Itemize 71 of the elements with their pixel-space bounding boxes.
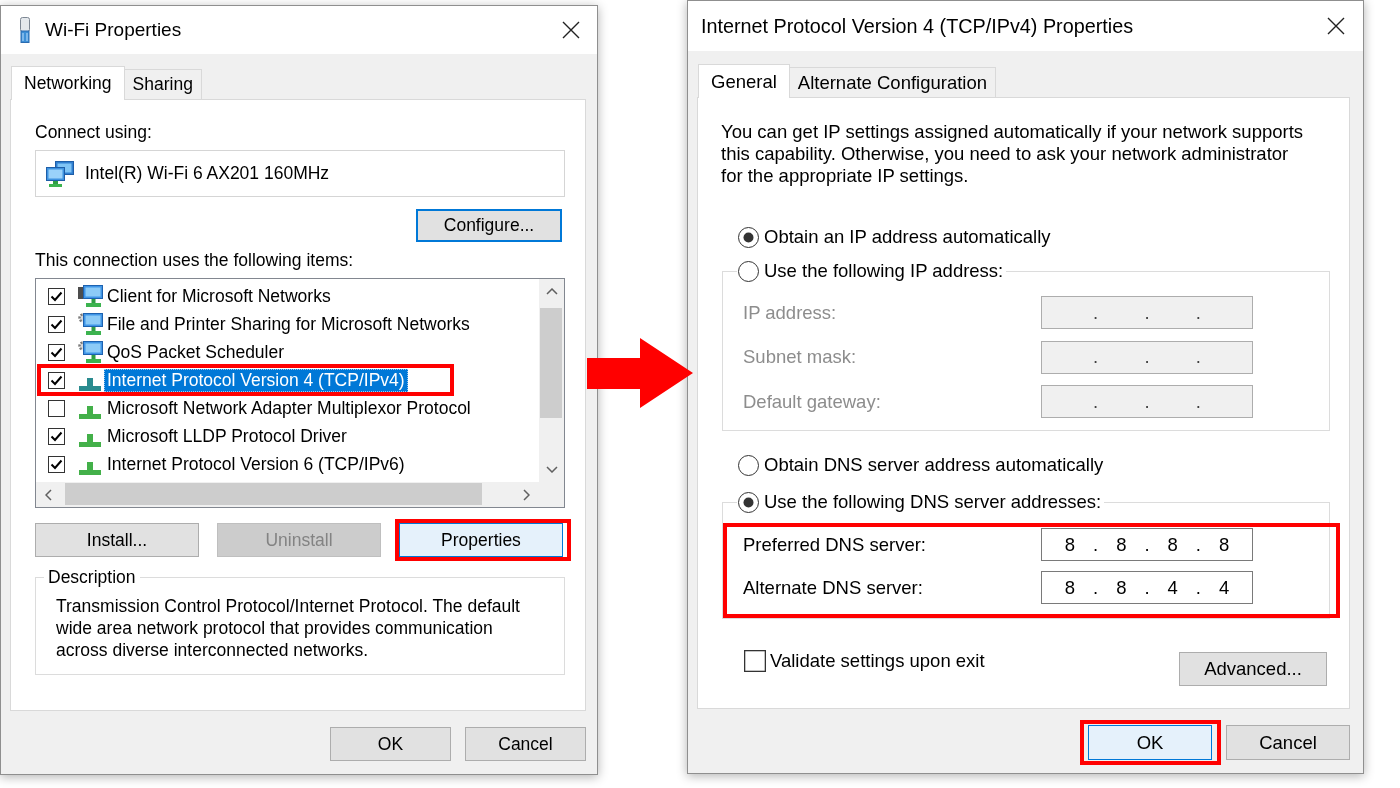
field-label: Default gateway:	[743, 390, 881, 413]
radio-button[interactable]	[738, 226, 759, 248]
checkbox[interactable]	[48, 315, 65, 333]
radio-button[interactable]	[738, 454, 759, 476]
ip-address-field[interactable]: 8 . 8 . 4 . 4	[1041, 571, 1253, 604]
network-protocol-icon	[79, 406, 101, 419]
network-protocol-icon	[79, 378, 101, 391]
close-icon	[1327, 17, 1345, 35]
list-item[interactable]: Internet Protocol Version 4 (TCP/IPv4)	[104, 368, 408, 392]
ok-button[interactable]: OK	[330, 727, 451, 761]
list-item[interactable]: File and Printer Sharing for Microsoft Networks	[104, 312, 473, 336]
cancel-button[interactable]: Cancel	[465, 727, 586, 761]
field-label: Alternate DNS server:	[743, 576, 923, 599]
arrow-icon	[587, 338, 693, 408]
close-icon	[562, 21, 580, 39]
network-adapter-icon	[18, 17, 32, 43]
field-label: IP address:	[743, 301, 837, 324]
list-item[interactable]: QoS Packet Scheduler	[104, 340, 288, 364]
list-item[interactable]: Microsoft LLDP Protocol Driver	[104, 424, 350, 448]
tab[interactable]: Alternate Configuration	[788, 67, 997, 97]
checkbox[interactable]	[48, 287, 65, 305]
window-title: Wi-Fi Properties	[45, 19, 182, 41]
list-item[interactable]: Client for Microsoft Networks	[104, 284, 334, 308]
scrollbar-thumb[interactable]	[65, 483, 482, 505]
radio-label[interactable]: Use the following DNS server addresses:	[764, 491, 1102, 513]
radio-label[interactable]: Use the following IP address:	[764, 260, 1004, 282]
radio-label[interactable]: Obtain DNS server address automatically	[764, 454, 1104, 476]
computer-gear-icon	[77, 313, 103, 335]
checkbox[interactable]	[48, 427, 65, 445]
network-protocol-icon	[79, 434, 101, 447]
group-label: Description	[47, 567, 137, 587]
checkbox[interactable]	[48, 343, 65, 361]
tab[interactable]: General	[698, 64, 790, 98]
window-title: Internet Protocol Version 4 (TCP/IPv4) Properties	[701, 14, 1134, 38]
radio-label[interactable]: Obtain an IP address automatically	[764, 226, 1051, 248]
ip-address-field[interactable]: 8 . 8 . 8 . 8	[1041, 528, 1253, 561]
tab[interactable]: Networking	[11, 66, 125, 100]
field-label: This connection uses the following items:	[35, 250, 355, 270]
checkbox-label[interactable]: Validate settings upon exit	[770, 650, 985, 672]
field-label: Preferred DNS server:	[743, 533, 926, 556]
monitors-icon	[46, 160, 74, 187]
adapter-name: Intel(R) Wi-Fi 6 AX201 160MHz	[85, 163, 330, 184]
properties-button[interactable]: Properties	[399, 523, 563, 557]
checkbox[interactable]	[48, 455, 65, 473]
cancel-button[interactable]: Cancel	[1226, 725, 1350, 760]
configure-button[interactable]: Configure...	[416, 209, 562, 242]
chevron-up-icon[interactable]	[545, 288, 558, 295]
list-item[interactable]: Internet Protocol Version 6 (TCP/IPv6)	[104, 452, 408, 476]
checkbox[interactable]	[48, 399, 65, 417]
instruction-text: You can get IP settings assigned automatically if your network supports this capability. Otherwise, you need to ask your network administrator for the appropriate IP settings.	[721, 121, 1305, 187]
checkbox[interactable]	[744, 650, 766, 672]
ok-button[interactable]: OK	[1088, 725, 1212, 760]
tab[interactable]: Sharing	[123, 69, 202, 99]
chevron-left-icon[interactable]	[45, 488, 52, 501]
field-label: Connect using:	[35, 122, 153, 142]
radio-button[interactable]	[738, 491, 759, 513]
field-label: Subnet mask:	[743, 346, 857, 368]
computer-icon	[77, 285, 103, 307]
scrollbar-thumb[interactable]	[540, 308, 562, 418]
radio-button[interactable]	[738, 260, 759, 282]
scrollbar[interactable]	[36, 482, 539, 507]
chevron-down-icon[interactable]	[545, 466, 558, 473]
chevron-right-icon[interactable]	[523, 488, 530, 501]
checkbox[interactable]	[48, 371, 65, 389]
description-text: Transmission Control Protocol/Internet Protocol. The default wide area network protocol that provides communication across diverse interconnected networks.	[56, 595, 521, 661]
install-button[interactable]: Install...	[35, 523, 199, 557]
scrollbar[interactable]	[539, 279, 564, 482]
list-item[interactable]: Microsoft Network Adapter Multiplexor Protocol	[104, 396, 474, 420]
advanced-button[interactable]: Advanced...	[1179, 652, 1327, 686]
computer-gear-icon	[77, 341, 103, 363]
network-protocol-icon	[79, 462, 101, 475]
